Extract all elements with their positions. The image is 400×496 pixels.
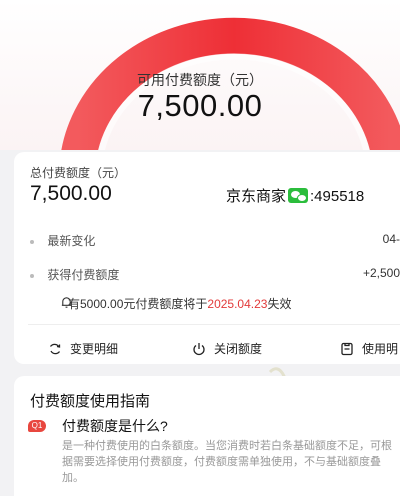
close-quota-label: 关闭额度 (214, 342, 263, 356)
merchant-overlay-number: :495518 (310, 188, 365, 205)
expiry-notice-suffix: 失效 (267, 297, 292, 311)
usage-details-button[interactable]: 使用明 (340, 340, 398, 357)
quota-summary-card: 总付费额度（元） 7,500.00 京东商家 :495518 最新变化 04- 获… (14, 152, 400, 434)
divider (28, 324, 400, 325)
document-icon (341, 342, 353, 356)
power-icon (193, 343, 205, 356)
obtained-quota-row[interactable]: 获得付费额度 +2,500 (30, 266, 400, 283)
usage-details-label: 使用明 (362, 342, 399, 356)
merchant-overlay-text: 京东商家 (226, 188, 287, 205)
expiry-notice-prefix: 有5000.00元付费额度将于 (68, 297, 208, 311)
expiry-date: 2025.04.23 (207, 297, 268, 311)
obtained-quota-label: 获得付费额度 (47, 268, 120, 282)
total-quota-amount: 7,500.00 (30, 182, 112, 205)
close-quota-button[interactable]: 关闭额度 (192, 340, 262, 357)
wechat-icon (288, 188, 309, 203)
bullet-icon (30, 273, 34, 278)
total-quota-label: 总付费额度（元） (30, 166, 127, 180)
latest-change-row[interactable]: 最新变化 04- (30, 232, 400, 249)
available-quota-label: 可用付费额度（元） (137, 72, 263, 88)
expiry-notice: 有5000.00元付费额度将于2025.04.23失效 (54, 295, 291, 312)
refresh-icon (49, 343, 61, 355)
available-quota-header: 可用付费额度（元） 7,500.00 (0, 0, 400, 150)
q1-badge: Q1 (28, 420, 46, 432)
q1-answer: 是一种付费使用的白条额度。当您消费时若白条基础额度不足，可根据需要选择使用付费额… (62, 440, 392, 484)
merchant-overlay: 京东商家 :495518 (226, 185, 364, 206)
change-details-label: 变更明细 (70, 342, 119, 356)
available-quota-amount: 7,500.00 (137, 88, 263, 123)
quota-guide-section: 付费额度使用指南 Q1 付费额度是什么? 是一种付费使用的白条额度。当您消费时若… (14, 376, 400, 496)
q1-title[interactable]: 付费额度是什么? (62, 416, 168, 436)
guide-title: 付费额度使用指南 (30, 393, 151, 410)
bullet-icon (30, 239, 34, 244)
latest-change-value: 04- (382, 232, 400, 246)
latest-change-label: 最新变化 (47, 234, 96, 248)
change-details-button[interactable]: 变更明细 (48, 340, 118, 357)
obtained-quota-value: +2,500 (362, 266, 400, 280)
